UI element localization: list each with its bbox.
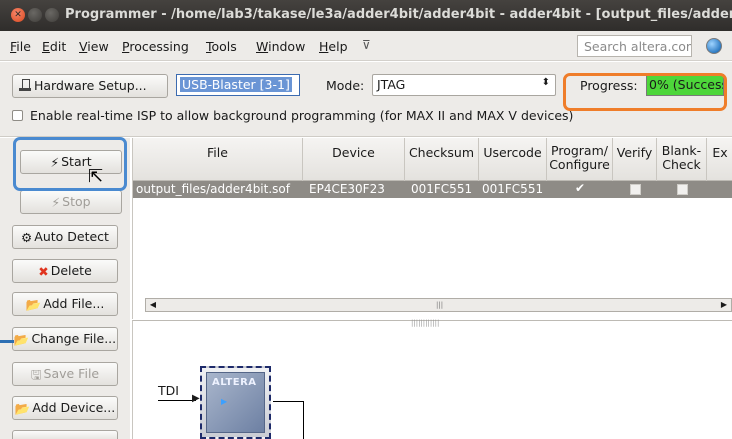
mode-select[interactable]: JTAG ⬍ bbox=[372, 74, 556, 96]
row-checksum: 001FC551 bbox=[411, 182, 473, 196]
save-file-label: Save File bbox=[43, 366, 100, 381]
tdi-label: TDI bbox=[158, 383, 179, 398]
column-examine[interactable]: Ex bbox=[707, 138, 732, 181]
updown-arrow-icon: ⬍ bbox=[541, 77, 550, 88]
tdi-line bbox=[158, 400, 196, 401]
row-device: EP4CE30F23 bbox=[309, 182, 385, 196]
add-device-icon: 📂 bbox=[14, 401, 31, 416]
hardware-setup-button[interactable]: Hardware Setup... bbox=[12, 74, 168, 98]
scroll-grip-icon: ||| bbox=[436, 301, 444, 309]
blank-check-checkbox[interactable] bbox=[677, 184, 688, 195]
auto-detect-button[interactable]: ⚙ Auto Detect bbox=[12, 225, 118, 249]
title-bar: ✕ Programmer - /home/lab3/takase/le3a/ad… bbox=[0, 0, 732, 31]
arrow-right-icon: ▶ bbox=[192, 393, 200, 404]
add-device-label: Add Device... bbox=[32, 400, 116, 415]
save-file-button[interactable]: 🖫 Save File bbox=[12, 362, 118, 386]
menu-help[interactable]: Help bbox=[319, 39, 348, 54]
menu-file-rest: ile bbox=[16, 39, 31, 54]
stop-button[interactable]: ⚡ Stop bbox=[20, 190, 122, 214]
table-row[interactable]: output_files/adder4bit.sof EP4CE30F23 00… bbox=[133, 181, 732, 198]
mode-label: Mode: bbox=[326, 78, 365, 93]
isp-checkbox[interactable] bbox=[12, 110, 23, 121]
device-chip[interactable]: ALTERA ▶ bbox=[200, 366, 271, 439]
scroll-right-icon[interactable]: ▶ bbox=[718, 300, 730, 310]
close-icon: ✕ bbox=[14, 10, 22, 20]
device-table: File Device Checksum Usercode Program/ C… bbox=[132, 138, 732, 319]
close-window-button[interactable]: ✕ bbox=[11, 8, 25, 22]
hardware-field[interactable]: USB-Blaster [3-1] bbox=[176, 74, 300, 96]
change-file-label: Change File... bbox=[31, 331, 117, 346]
progress-highlight bbox=[563, 73, 727, 111]
save-icon: 🖫 bbox=[30, 367, 42, 382]
auto-detect-icon: ⚙ bbox=[21, 230, 33, 245]
column-program-configure[interactable]: Program/ Configure bbox=[547, 138, 613, 181]
add-file-label: Add File... bbox=[43, 296, 105, 311]
column-checksum[interactable]: Checksum bbox=[405, 138, 479, 181]
tdo-line-vertical bbox=[303, 401, 304, 439]
globe-icon[interactable] bbox=[706, 38, 722, 54]
folder-icon: 📂 bbox=[25, 297, 42, 312]
chip-body: ALTERA ▶ bbox=[206, 372, 265, 433]
add-device-button[interactable]: 📂 Add Device... bbox=[12, 396, 118, 420]
jtag-chain-diagram: |||||||||||| TDI ▶ ALTERA ▶ bbox=[132, 319, 732, 439]
chip-marker-icon: ▶ bbox=[221, 397, 228, 406]
mouse-cursor-icon: ⇱ bbox=[88, 166, 104, 187]
column-usercode[interactable]: Usercode bbox=[479, 138, 547, 181]
window-title: Programmer - /home/lab3/takase/le3a/adde… bbox=[65, 7, 732, 22]
add-file-button[interactable]: 📂 Add File... bbox=[12, 292, 118, 316]
change-file-icon: 📂 bbox=[13, 332, 30, 347]
start-highlight bbox=[13, 137, 127, 191]
table-header: File Device Checksum Usercode Program/ C… bbox=[133, 138, 732, 181]
feedback-icon[interactable]: ⊽ bbox=[362, 38, 371, 52]
splitter-grip-icon[interactable]: |||||||||||| bbox=[411, 319, 439, 327]
tdo-line bbox=[273, 401, 303, 402]
menu-tools[interactable]: Tools bbox=[206, 39, 237, 54]
maximize-window-button[interactable] bbox=[45, 8, 59, 22]
horizontal-scrollbar[interactable]: ◀ ||| ▶ bbox=[145, 298, 732, 312]
column-file[interactable]: File bbox=[133, 138, 303, 181]
menu-edit[interactable]: Edit bbox=[42, 39, 66, 54]
menu-file[interactable]: File bbox=[10, 39, 31, 54]
callout-line bbox=[0, 340, 14, 343]
row-usercode: 001FC551 bbox=[482, 182, 544, 196]
minimize-window-button[interactable] bbox=[28, 8, 42, 22]
menu-view[interactable]: View bbox=[79, 39, 109, 54]
column-blank-check[interactable]: Blank- Check bbox=[657, 138, 707, 181]
hardware-setup-label: Hardware Setup... bbox=[34, 78, 147, 93]
menu-window[interactable]: Window bbox=[256, 39, 305, 54]
mode-value: JTAG bbox=[377, 77, 406, 92]
column-verify[interactable]: Verify bbox=[613, 138, 657, 181]
menu-processing[interactable]: Processing bbox=[122, 39, 189, 54]
isp-label: Enable real-time ISP to allow background… bbox=[30, 108, 574, 123]
hardware-value: USB-Blaster [3-1] bbox=[180, 77, 292, 92]
verify-checkbox[interactable] bbox=[630, 184, 641, 195]
hardware-icon bbox=[19, 79, 31, 91]
delete-label: Delete bbox=[50, 263, 92, 278]
delete-button[interactable]: ✖ Delete bbox=[12, 259, 118, 283]
more-button[interactable] bbox=[12, 430, 118, 439]
search-input[interactable]: Search altera.com bbox=[577, 35, 692, 57]
scroll-left-icon[interactable]: ◀ bbox=[147, 300, 159, 310]
column-device[interactable]: Device bbox=[303, 138, 405, 181]
menu-bar: File Edit View Processing Tools Window H… bbox=[0, 31, 732, 61]
change-file-button[interactable]: 📂 Change File... bbox=[12, 327, 118, 351]
row-file: output_files/adder4bit.sof bbox=[136, 182, 290, 196]
stop-label: Stop bbox=[62, 194, 91, 209]
program-configure-checkbox[interactable]: ✔ bbox=[575, 181, 586, 195]
stop-icon: ⚡ bbox=[51, 195, 61, 210]
delete-icon: ✖ bbox=[38, 264, 49, 279]
altera-logo: ALTERA bbox=[212, 377, 257, 388]
auto-detect-label: Auto Detect bbox=[34, 229, 109, 244]
